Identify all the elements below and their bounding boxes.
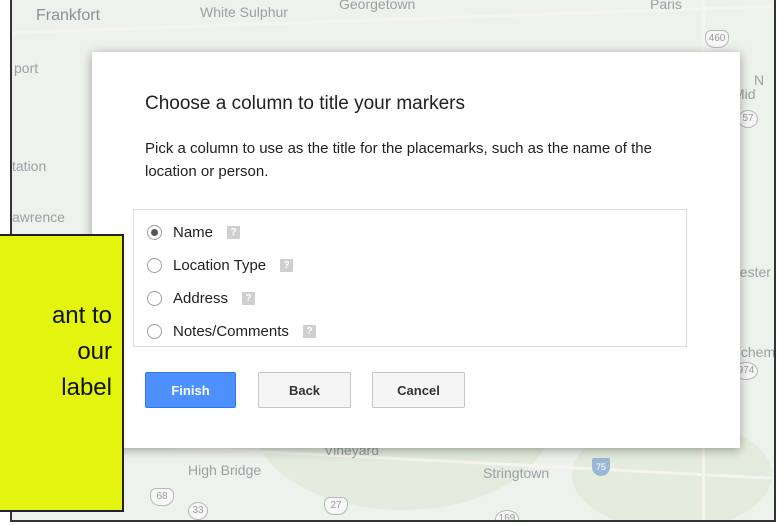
column-options-list: Name ? Location Type ? Address ? Notes/C…: [133, 209, 687, 347]
back-button[interactable]: Back: [258, 372, 351, 408]
map-place-label: tation: [12, 158, 47, 174]
option-label: Address: [173, 289, 229, 307]
radio-button-selected[interactable]: [147, 224, 162, 240]
help-icon[interactable]: ?: [227, 225, 241, 239]
map-place-label: Georgetown: [339, 0, 416, 12]
route-shield-icon: 33: [188, 502, 208, 520]
radio-button[interactable]: [147, 323, 162, 339]
finish-button[interactable]: Finish: [145, 372, 236, 408]
dialog-title: Choose a column to title your markers: [145, 93, 465, 114]
option-name[interactable]: Name ?: [147, 221, 241, 243]
dialog-description: Pick a column to use as the title for th…: [145, 140, 652, 180]
option-notes-comments[interactable]: Notes/Comments ?: [147, 320, 316, 342]
route-shield-icon: 460: [705, 30, 729, 48]
help-icon[interactable]: ?: [280, 258, 294, 272]
map-place-label: Frankfort: [36, 7, 101, 24]
route-shield-icon: 27: [324, 497, 348, 515]
radio-button[interactable]: [147, 257, 162, 273]
help-icon[interactable]: ?: [242, 291, 256, 305]
option-location-type[interactable]: Location Type ?: [147, 254, 294, 276]
interstate-shield-icon: 75: [592, 458, 610, 476]
option-label: Location Type: [173, 256, 267, 274]
option-label: Notes/Comments: [173, 322, 289, 340]
option-address[interactable]: Address ?: [147, 287, 256, 309]
title-column-dialog: Choose a column to title your markers Pi…: [92, 52, 740, 448]
callout-line: ant to: [51, 302, 112, 329]
map-place-label: port: [14, 60, 39, 76]
help-icon[interactable]: ?: [302, 324, 316, 338]
map-place-label: awrence: [12, 209, 65, 225]
route-shield-icon: 169: [495, 510, 519, 520]
route-shield-icon: 68: [150, 488, 174, 506]
cancel-button[interactable]: Cancel: [372, 372, 465, 408]
callout-line: label: [61, 374, 112, 401]
map-place-label: N: [754, 72, 765, 88]
map-place-label: High Bridge: [188, 462, 262, 478]
map-place-label: Paris: [650, 0, 682, 12]
map-place-label: Stringtown: [483, 465, 550, 481]
annotation-callout: ant to our label: [0, 234, 124, 512]
callout-text: ant to our label: [52, 298, 112, 406]
option-label: Name: [173, 223, 214, 241]
radio-button[interactable]: [147, 290, 162, 306]
callout-line: our: [77, 338, 112, 365]
map-view[interactable]: Frankfort White Sulphur Georgetown Paris…: [10, 0, 776, 522]
route-shield-icon: 57: [738, 110, 758, 128]
map-place-label: White Sulphur: [200, 4, 288, 20]
